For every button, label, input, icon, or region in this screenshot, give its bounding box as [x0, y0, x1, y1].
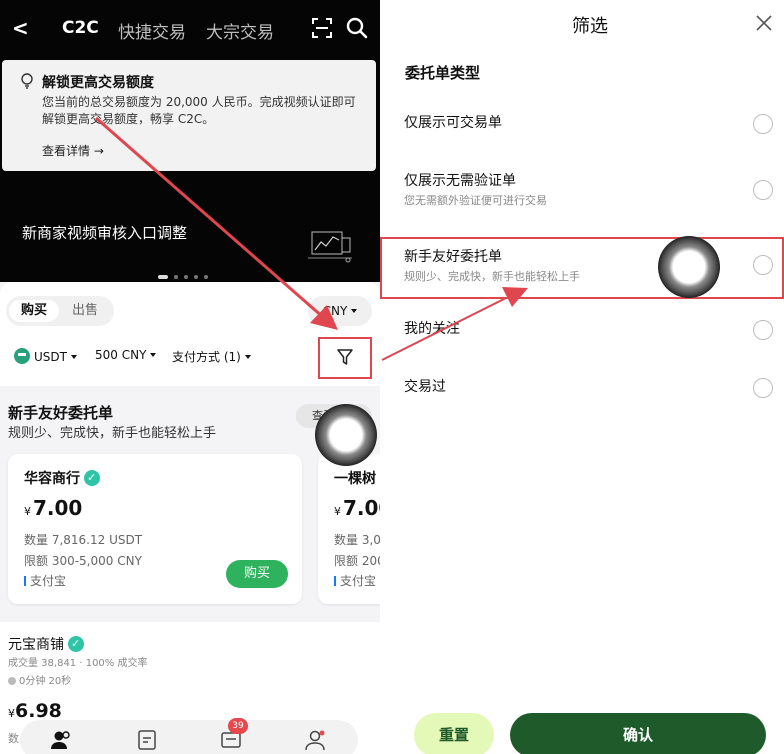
merchant-name: 元宝商铺 — [8, 634, 84, 654]
banner-text[interactable]: 新商家视频审核入口调整 — [22, 222, 187, 243]
option-description: 您无需额外验证便可进行交易 — [404, 194, 547, 207]
buy-tab[interactable]: 购买 — [9, 300, 59, 322]
message-count-badge: 39 — [228, 718, 248, 734]
banner-pagination — [158, 266, 214, 279]
tab-c2c[interactable]: C2C — [62, 18, 99, 38]
option-label: 仅展示可交易单 — [404, 115, 502, 131]
payment-method: 支付宝 — [24, 572, 66, 589]
option-description: 规则少、完成快，新手也能轻松上手 — [404, 270, 580, 283]
option-radio[interactable] — [753, 320, 773, 340]
people-icon[interactable] — [50, 729, 72, 751]
option-label: 我的关注 — [404, 321, 460, 337]
close-icon[interactable] — [755, 14, 773, 32]
payment-method-select[interactable]: 支付方式 (1) — [172, 348, 251, 365]
reset-button[interactable]: 重置 — [414, 713, 494, 754]
quantity: 数 — [8, 732, 19, 745]
option-no-verification[interactable]: 仅展示无需验证单 您无需额外验证便可进行交易 — [380, 160, 784, 220]
payment-method: 支付宝 — [334, 572, 376, 589]
order-type-heading: 委托单类型 — [405, 64, 481, 82]
notice-body: 您当前的总交易额度为 20,000 人民币。完成视频认证即可解锁更高交易额度，畅… — [42, 95, 356, 126]
top-nav: < C2C 快捷交易 大宗交易 — [0, 14, 380, 44]
option-radio[interactable] — [753, 255, 773, 275]
option-radio[interactable] — [753, 378, 773, 398]
option-beginner-friendly[interactable]: 新手友好委托单 规则少、完成快，新手也能轻松上手 — [380, 237, 784, 299]
currency-label: CNY — [322, 304, 348, 318]
banner-illustration — [308, 231, 352, 263]
merchant-card[interactable]: 一棵树 ¥7.00 数量 3,0 限额 200 支付宝 — [318, 454, 380, 604]
amount-select[interactable]: 500 CNY — [95, 348, 157, 362]
orders-icon[interactable] — [136, 729, 158, 751]
sell-tab[interactable]: 出售 — [60, 300, 110, 322]
buy-sell-toggle: 购买 出售 — [6, 296, 114, 326]
filter-panel: 筛选 委托单类型 仅展示可交易单 仅展示无需验证单 您无需额外验证便可进行交易 … — [380, 0, 784, 754]
touch-indicator — [315, 404, 377, 466]
c2c-screen: < C2C 快捷交易 大宗交易 解锁更高交易额度 您当前的总交易额度为 20,0… — [0, 0, 380, 754]
price: ¥7.00 — [334, 496, 380, 520]
lightbulb-icon — [21, 73, 33, 89]
tab-quick-trade[interactable]: 快捷交易 — [118, 18, 186, 43]
funnel-icon — [337, 349, 353, 365]
confirm-button[interactable]: 确认 — [510, 713, 766, 754]
tether-icon — [14, 348, 30, 364]
buy-button[interactable]: 购买 — [226, 560, 288, 588]
chevron-down-icon — [351, 309, 358, 313]
view-details-link[interactable]: 查看详情 → — [42, 142, 104, 159]
option-tradable-only[interactable]: 仅展示可交易单 — [380, 100, 784, 148]
option-radio[interactable] — [753, 114, 773, 134]
limit: 限额 200 — [334, 554, 380, 568]
merchant-name: 华容商行 — [24, 468, 100, 488]
back-button[interactable]: < — [12, 16, 29, 40]
coin-select[interactable]: USDT — [14, 348, 77, 364]
section-subtitle: 规则少、完成快，新手也能轻松上手 — [8, 426, 217, 441]
chevron-down-icon — [244, 355, 251, 359]
option-traded-before[interactable]: 交易过 — [380, 368, 784, 412]
price: ¥6.98 — [8, 700, 62, 722]
merchant-card[interactable]: 华容商行 ¥7.00 数量 7,816.12 USDT 限额 300-5,000… — [8, 454, 302, 604]
payment-method-label: 支付方式 (1) — [172, 350, 241, 364]
quantity: 数量 7,816.12 USDT — [24, 533, 143, 547]
verified-icon — [84, 470, 100, 486]
merchant-stats: 成交量 38,841 · 100% 成交率 — [8, 658, 148, 669]
filter-title: 筛选 — [572, 16, 608, 37]
coin-label: USDT — [34, 350, 67, 364]
touch-indicator — [658, 236, 720, 298]
option-my-follows[interactable]: 我的关注 — [380, 308, 784, 352]
tab-block-trade[interactable]: 大宗交易 — [206, 18, 274, 43]
profile-icon[interactable] — [304, 729, 326, 751]
chevron-down-icon — [150, 353, 157, 357]
limit: 限额 300-5,000 CNY — [24, 554, 142, 568]
section-title: 新手友好委托单 — [8, 404, 114, 422]
quantity: 数量 3,0 — [334, 533, 380, 547]
option-label: 仅展示无需验证单 — [404, 173, 516, 189]
verified-icon — [68, 636, 84, 652]
bottom-tab-bar: 39 — [20, 718, 358, 754]
option-label: 交易过 — [404, 379, 446, 395]
amount-label: 500 CNY — [95, 348, 147, 362]
chevron-down-icon — [70, 355, 77, 359]
scan-icon[interactable] — [312, 18, 332, 38]
price: ¥7.00 — [24, 496, 83, 520]
filter-button[interactable] — [318, 337, 372, 379]
merchant-name: 一棵树 — [334, 471, 376, 487]
notice-title: 解锁更高交易额度 — [42, 75, 154, 91]
limit-notice-card: 解锁更高交易额度 您当前的总交易额度为 20,000 人民币。完成视频认证即可解… — [2, 60, 376, 171]
avg-release-time: 0分钟 20秒 — [8, 672, 71, 687]
option-label: 新手友好委托单 — [404, 249, 502, 265]
currency-select[interactable]: CNY — [308, 296, 372, 326]
option-radio[interactable] — [753, 180, 773, 200]
filter-header: 筛选 — [380, 0, 784, 50]
search-icon[interactable] — [346, 17, 368, 39]
